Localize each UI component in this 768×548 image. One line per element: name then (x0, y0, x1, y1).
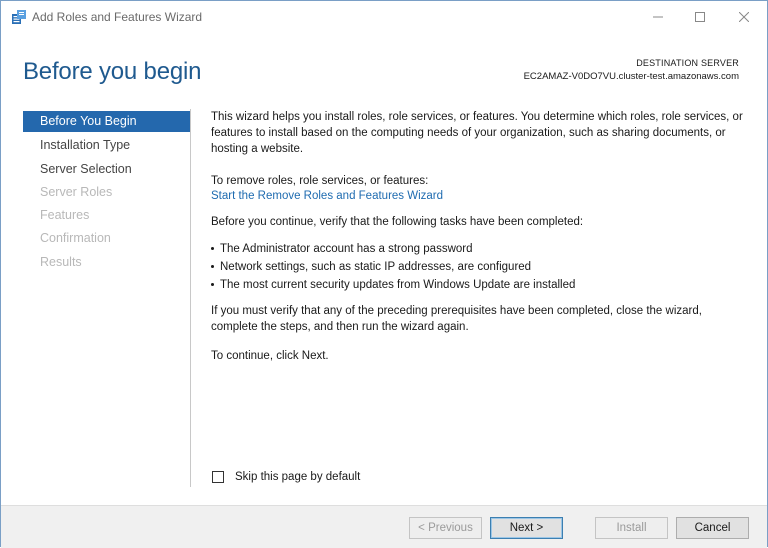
button-bar: < Previous Next > Install Cancel (1, 505, 767, 548)
next-button[interactable]: Next > (490, 517, 563, 539)
nav-item-server-selection[interactable]: Server Selection (23, 158, 190, 181)
server-manager-icon (12, 10, 26, 24)
bullet-icon (211, 265, 214, 268)
continue-text: To continue, click Next. (211, 350, 329, 362)
minimize-icon (653, 16, 663, 18)
skip-page-option[interactable]: Skip this page by default (212, 471, 360, 483)
verify-text: If you must verify that any of the prece… (211, 305, 702, 333)
bullet-icon (211, 247, 214, 250)
nav-item-installation-type[interactable]: Installation Type (23, 134, 190, 157)
task-text: The most current security updates from W… (220, 279, 576, 291)
cancel-button[interactable]: Cancel (676, 517, 749, 539)
task-text: The Administrator account has a strong p… (220, 243, 473, 255)
close-button[interactable] (721, 1, 767, 33)
destination-server-name: EC2AMAZ-V0DO7VU.cluster-test.amazonaws.c… (523, 71, 739, 82)
minimize-button[interactable] (635, 1, 681, 33)
wizard-nav: Before You Begin Installation Type Serve… (23, 111, 190, 274)
skip-page-label[interactable]: Skip this page by default (235, 471, 360, 483)
list-item: The Administrator account has a strong p… (211, 240, 575, 258)
list-item: Network settings, such as static IP addr… (211, 258, 575, 276)
title-bar[interactable]: Add Roles and Features Wizard (1, 1, 767, 33)
window-title: Add Roles and Features Wizard (32, 10, 203, 24)
nav-item-before-you-begin[interactable]: Before You Begin (23, 111, 190, 132)
remove-roles-text: To remove roles, role services, or featu… (211, 175, 429, 187)
list-item: The most current security updates from W… (211, 276, 575, 294)
intro-text: This wizard helps you install roles, rol… (211, 111, 743, 155)
remove-roles-wizard-link[interactable]: Start the Remove Roles and Features Wiza… (211, 188, 443, 204)
bullet-icon (211, 283, 214, 286)
nav-item-features: Features (40, 208, 90, 223)
task-list: The Administrator account has a strong p… (211, 240, 575, 294)
maximize-icon (695, 12, 705, 22)
wizard-window: Add Roles and Features Wizard Before you… (0, 0, 768, 548)
previous-button: < Previous (409, 517, 482, 539)
task-text: Network settings, such as static IP addr… (220, 261, 532, 273)
nav-item-server-roles: Server Roles (40, 184, 113, 199)
nav-item-confirmation: Confirmation (40, 231, 111, 246)
destination-server-label: DESTINATION SERVER (636, 58, 739, 68)
maximize-button[interactable] (677, 1, 723, 33)
skip-page-checkbox[interactable] (212, 471, 224, 483)
before-continue-text: Before you continue, verify that the fol… (211, 216, 584, 228)
page-title: Before you begin (23, 58, 202, 85)
close-icon (739, 12, 749, 22)
nav-item-results: Results (40, 254, 82, 269)
nav-divider (190, 109, 191, 487)
install-button: Install (595, 517, 668, 539)
